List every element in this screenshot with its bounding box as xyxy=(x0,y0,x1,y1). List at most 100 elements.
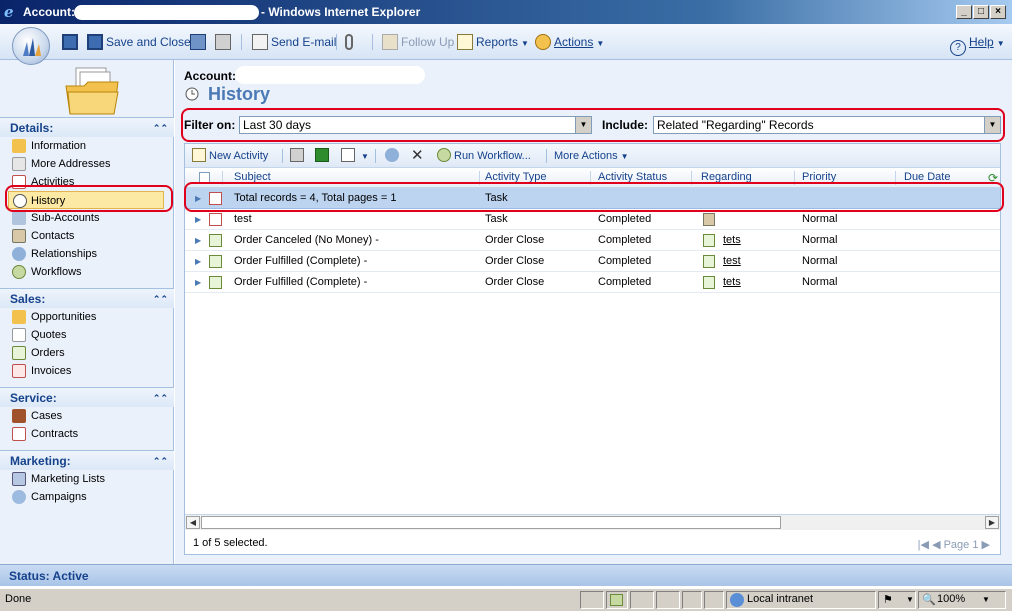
column-header-due-date[interactable]: Due Date xyxy=(904,171,950,183)
service-group-title[interactable]: Service: ⌃⌃ xyxy=(0,387,174,407)
select-all-checkbox[interactable] xyxy=(199,172,210,183)
expand-row-icon[interactable]: ▶ xyxy=(195,251,201,272)
refresh-icon[interactable]: ⟳ xyxy=(988,171,998,185)
zone-label: Local intranet xyxy=(747,593,814,605)
follow-up-label: Follow Up xyxy=(401,35,455,49)
nav-item-invoices[interactable]: Invoices xyxy=(0,362,174,380)
expand-row-icon[interactable]: ▶ xyxy=(195,209,201,230)
sales-group-title[interactable]: Sales: ⌃⌃ xyxy=(0,288,174,308)
details-group-title[interactable]: Details: ⌃⌃ xyxy=(0,117,174,137)
nav-item-orders[interactable]: Orders xyxy=(0,344,174,362)
nav-item-label: More Addresses xyxy=(31,158,111,170)
print-button[interactable] xyxy=(215,33,234,51)
nav-item-workflows[interactable]: Workflows xyxy=(0,263,174,281)
chevron-down-icon[interactable]: ▼ xyxy=(984,117,1000,133)
page-title: History xyxy=(208,84,271,104)
send-email-label: Send E-mail xyxy=(271,35,337,49)
first-page-icon[interactable]: |◀ xyxy=(918,539,929,551)
quotes-icon xyxy=(12,328,26,342)
follow-up-button[interactable]: Follow Up xyxy=(382,33,454,51)
marketing-group-title[interactable]: Marketing: ⌃⌃ xyxy=(0,450,174,470)
run-workflow-button[interactable]: Run Workflow... xyxy=(437,148,531,164)
cell-regarding-link[interactable]: test xyxy=(723,251,741,272)
edit-menu-button[interactable]: ▼ xyxy=(341,148,369,164)
close-button[interactable]: × xyxy=(990,5,1006,19)
chevron-down-icon[interactable]: ▼ xyxy=(575,117,591,133)
collapse-icon[interactable]: ⌃⌃ xyxy=(153,451,168,471)
cell-priority: Normal xyxy=(802,234,838,246)
nav-item-contacts[interactable]: Contacts xyxy=(0,227,174,245)
expand-row-icon[interactable]: ▶ xyxy=(195,188,201,209)
cell-activity-type: Order Close xyxy=(485,276,545,288)
export-excel-button[interactable] xyxy=(315,148,332,164)
nav-item-opportunities[interactable]: Opportunities xyxy=(0,308,174,326)
filter-on-select[interactable]: Last 30 days ▼ xyxy=(239,116,592,134)
nav-item-contracts[interactable]: Contracts xyxy=(0,425,174,443)
account-label: Account: xyxy=(184,69,236,83)
column-header-activity-status[interactable]: Activity Status xyxy=(598,171,667,183)
assign-button[interactable] xyxy=(385,148,402,164)
nav-item-history[interactable]: History xyxy=(8,191,164,209)
table-row[interactable]: ▶ Order Fulfilled (Complete) - Order Clo… xyxy=(185,272,1000,293)
include-select[interactable]: Related "Regarding" Records ▼ xyxy=(653,116,1001,134)
column-header-regarding[interactable]: Regarding xyxy=(701,171,752,183)
collapse-icon[interactable]: ⌃⌃ xyxy=(153,289,168,309)
scrollbar-thumb[interactable] xyxy=(201,516,781,529)
assign-icon xyxy=(385,148,399,162)
cell-activity-status: Completed xyxy=(598,234,652,246)
table-row[interactable]: ▶ test Task Completed Normal xyxy=(185,209,1000,230)
previous-page-icon[interactable]: ◀ xyxy=(932,539,940,551)
collapse-icon[interactable]: ⌃⌃ xyxy=(153,118,168,138)
chevron-down-icon: ▼ xyxy=(906,595,914,604)
help-menu[interactable]: ? Help ▼ xyxy=(950,33,1005,56)
protected-mode-pane[interactable]: ⚑ ▼ xyxy=(878,591,916,609)
cell-regarding-link[interactable]: tets xyxy=(723,230,741,251)
nav-item-relationships[interactable]: Relationships xyxy=(0,245,174,263)
save-button[interactable] xyxy=(62,33,81,51)
nav-item-activities[interactable]: Activities xyxy=(0,173,174,191)
crm-logo[interactable] xyxy=(12,27,50,65)
nav-item-marketing-lists[interactable]: Marketing Lists xyxy=(0,470,174,488)
expand-row-icon[interactable]: ▶ xyxy=(195,272,201,293)
zoom-pane[interactable]: 🔍 100% ▼ xyxy=(918,591,1006,609)
send-email-button[interactable]: Send E-mail xyxy=(252,33,336,51)
nav-item-information[interactable]: Information xyxy=(0,137,174,155)
nav-item-cases[interactable]: Cases xyxy=(0,407,174,425)
delete-button[interactable]: ✕ xyxy=(411,148,424,164)
expand-row-icon[interactable]: ▶ xyxy=(195,230,201,251)
chevron-down-icon: ▼ xyxy=(361,152,369,161)
cell-activity-type: Order Close xyxy=(485,234,545,246)
cell-subject: Total records = 4, Total pages = 1 xyxy=(234,192,397,204)
column-header-activity-type[interactable]: Activity Type xyxy=(485,171,547,183)
minimize-button[interactable]: _ xyxy=(956,5,972,19)
nav-item-quotes[interactable]: Quotes xyxy=(0,326,174,344)
grid-print-button[interactable] xyxy=(290,148,307,164)
actions-menu[interactable]: Actions ▼ xyxy=(535,33,604,51)
table-row[interactable]: ▶ Order Canceled (No Money) - Order Clos… xyxy=(185,230,1000,251)
next-page-icon[interactable]: ▶ xyxy=(982,539,990,551)
zone-pane[interactable]: Local intranet xyxy=(726,591,876,609)
scroll-left-icon[interactable]: ◀ xyxy=(186,516,200,529)
attach-file-button[interactable] xyxy=(345,33,356,51)
column-header-subject[interactable]: Subject xyxy=(234,171,271,183)
table-row[interactable]: ▶ Total records = 4, Total pages = 1 Tas… xyxy=(185,188,1000,209)
more-actions-menu[interactable]: More Actions ▼ xyxy=(554,148,629,164)
sales-title-label: Sales: xyxy=(10,292,46,306)
save-as-button[interactable] xyxy=(190,33,209,51)
column-header-priority[interactable]: Priority xyxy=(802,171,836,183)
reports-menu[interactable]: Reports ▼ xyxy=(457,33,529,51)
nav-item-more-addresses[interactable]: More Addresses xyxy=(0,155,174,173)
maximize-button[interactable]: □ xyxy=(973,5,989,19)
nav-item-label: Opportunities xyxy=(31,311,97,323)
table-row[interactable]: ▶ Order Fulfilled (Complete) - Order Clo… xyxy=(185,251,1000,272)
collapse-icon[interactable]: ⌃⌃ xyxy=(153,388,168,408)
column-separator xyxy=(794,171,795,185)
cell-subject: Order Fulfilled (Complete) - xyxy=(234,276,368,288)
save-and-close-button[interactable]: Save and Close xyxy=(87,33,191,51)
nav-item-sub-accounts[interactable]: Sub-Accounts xyxy=(0,209,174,227)
scroll-right-icon[interactable]: ▶ xyxy=(985,516,999,529)
nav-item-campaigns[interactable]: Campaigns xyxy=(0,488,174,506)
horizontal-scrollbar[interactable]: ◀ ▶ xyxy=(185,514,1000,530)
cell-regarding-link[interactable]: tets xyxy=(723,272,741,293)
new-activity-button[interactable]: New Activity xyxy=(192,148,268,164)
